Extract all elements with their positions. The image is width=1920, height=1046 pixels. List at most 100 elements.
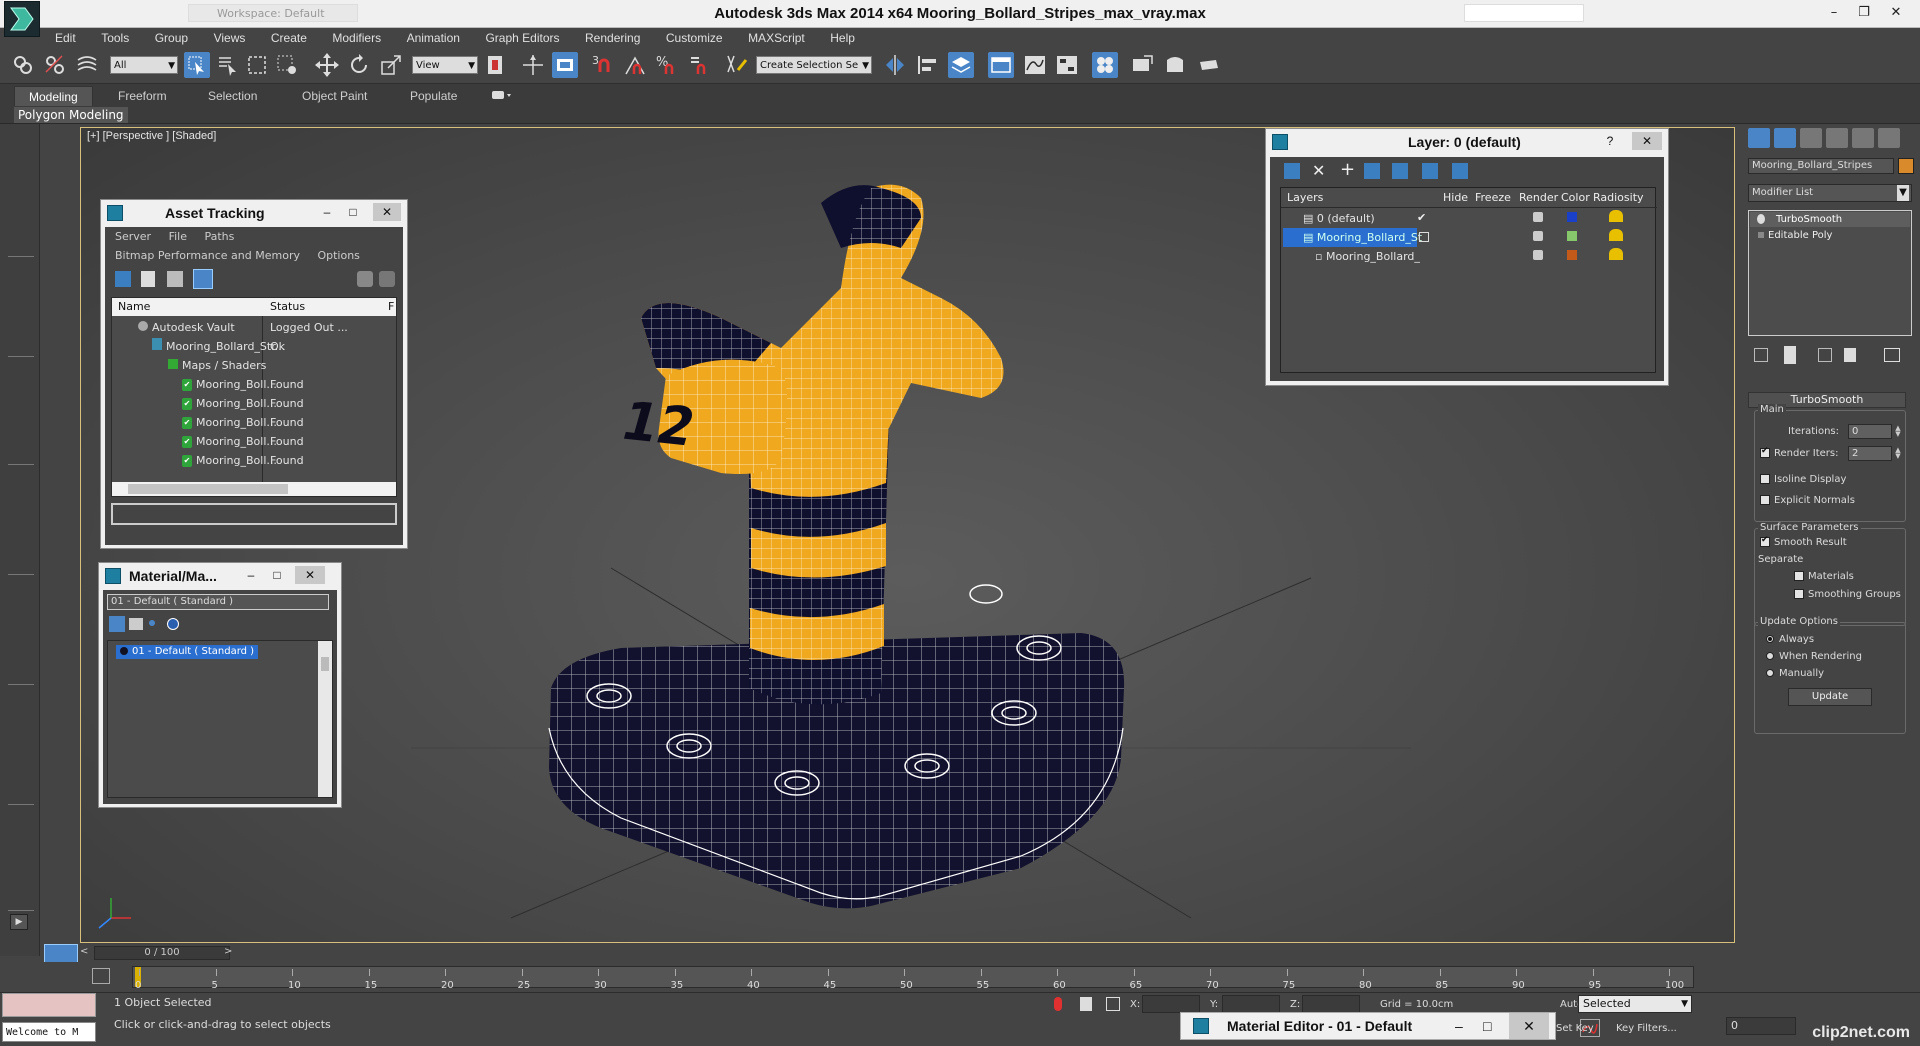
modifier-list-dropdown[interactable]: Modifier List ▼	[1748, 184, 1912, 202]
menu-tools[interactable]: Tools	[90, 28, 140, 48]
bind-spacewarp-icon[interactable]	[74, 52, 100, 78]
maxscript-mini-listener-pink[interactable]	[2, 993, 96, 1017]
selection-filter-dropdown[interactable]: All ▼	[110, 56, 178, 74]
sphere-icon[interactable]	[167, 618, 179, 630]
menu-bitmap-performance[interactable]: Bitmap Performance and Memory	[115, 249, 300, 262]
dot-icon[interactable]	[149, 620, 155, 626]
select-object-icon[interactable]	[184, 52, 210, 78]
reference-coord-dropdown[interactable]: View ▼	[412, 56, 478, 74]
percent-snap-icon[interactable]: %	[654, 52, 680, 78]
iterations-spinner[interactable]: 0 ▲ ▼	[1848, 424, 1901, 439]
material-editor-titlebar[interactable]: Material Editor - 01 - Default – □ ✕	[1180, 1012, 1556, 1040]
keyboard-shortcut-override-icon[interactable]	[552, 52, 578, 78]
infocenter-search[interactable]	[1464, 4, 1584, 22]
highlight-selected-icon[interactable]	[1392, 163, 1408, 179]
menu-create[interactable]: Create	[260, 28, 318, 48]
render-icon[interactable]	[1533, 212, 1543, 222]
delete-layer-icon[interactable]: ✕	[1312, 161, 1325, 180]
z-coord-field[interactable]	[1302, 995, 1360, 1013]
tab-modeling[interactable]: Modeling	[14, 86, 93, 106]
object-color-swatch[interactable]	[1898, 158, 1914, 174]
rendered-frame-window-icon[interactable]	[1162, 52, 1188, 78]
menu-maxscript[interactable]: MAXScript	[737, 28, 816, 48]
col-name[interactable]: Name	[118, 298, 150, 316]
rotate-icon[interactable]	[346, 52, 372, 78]
open-mini-curve-editor-icon[interactable]	[92, 968, 110, 984]
menu-edit[interactable]: Edit	[44, 28, 87, 48]
named-selection-set-dropdown[interactable]: Create Selection Se ▼	[756, 56, 872, 74]
create-tab-icon[interactable]	[1748, 128, 1770, 148]
horizontal-scrollbar[interactable]	[112, 482, 396, 496]
pivot-center-icon[interactable]	[482, 52, 508, 78]
app-menu-button[interactable]	[4, 1, 40, 37]
menu-views[interactable]: Views	[203, 28, 257, 48]
isoline-display-checkbox[interactable]: Isoline Display	[1760, 474, 1846, 485]
menu-customize[interactable]: Customize	[655, 28, 734, 48]
layer-row[interactable]: ▤ 0 (default)	[1303, 209, 1375, 228]
asset-row[interactable]: ✔ Mooring_Boll...	[182, 451, 277, 470]
key-mode-dropdown[interactable]: Selected ▼	[1578, 995, 1692, 1013]
menu-group[interactable]: Group	[144, 28, 199, 48]
graphite-ribbon-icon[interactable]	[988, 52, 1014, 78]
when-rendering-radio[interactable]: When Rendering	[1766, 651, 1862, 662]
modify-tab-icon[interactable]	[1774, 128, 1796, 148]
menu-graph-editors[interactable]: Graph Editors	[474, 28, 570, 48]
settings-icon[interactable]	[379, 271, 395, 287]
angle-snap-icon[interactable]	[622, 52, 648, 78]
tab-selection[interactable]: Selection	[208, 86, 257, 106]
col-color[interactable]: Color	[1561, 188, 1590, 208]
menu-rendering[interactable]: Rendering	[574, 28, 651, 48]
stack-item-editable-poly[interactable]: Editable Poly	[1750, 228, 1910, 243]
maximize-button[interactable]: □	[1483, 1013, 1491, 1039]
detail-view-icon[interactable]	[167, 271, 183, 287]
hierarchy-tab-icon[interactable]	[1800, 128, 1822, 148]
view-icons-icon[interactable]	[129, 618, 143, 630]
minimize-button[interactable]: –	[1455, 1013, 1463, 1039]
asset-row[interactable]: ✔ Mooring_Boll...	[182, 413, 277, 432]
display-tab-icon[interactable]	[1852, 128, 1874, 148]
materials-checkbox[interactable]: Materials	[1794, 571, 1854, 582]
show-end-result-icon[interactable]	[1784, 346, 1796, 364]
unlink-icon[interactable]	[42, 52, 68, 78]
maximize-button[interactable]: □	[343, 203, 363, 221]
col-render[interactable]: Render	[1519, 188, 1558, 208]
select-by-name-icon[interactable]	[214, 52, 240, 78]
radiosity-icon[interactable]	[1609, 248, 1623, 260]
asset-tracking-titlebar[interactable]: Asset Tracking – □ ✕	[101, 200, 407, 226]
col-freeze[interactable]: Freeze	[1475, 188, 1511, 208]
snaps-toggle-icon[interactable]: 3	[590, 52, 616, 78]
polygon-modeling-panel[interactable]: Polygon Modeling	[14, 107, 128, 123]
layer-color-swatch[interactable]	[1567, 231, 1577, 241]
layer-manager-icon[interactable]	[948, 52, 974, 78]
isolate-icon[interactable]	[1054, 997, 1062, 1011]
align-icon[interactable]	[914, 52, 940, 78]
select-manipulate-icon[interactable]	[520, 52, 546, 78]
asset-row[interactable]: Mooring_Bollard_Str...	[152, 337, 285, 356]
minimize-button[interactable]: –	[241, 566, 261, 584]
object-name-field[interactable]: Mooring_Bollard_Stripes	[1748, 158, 1894, 174]
curve-editor-icon[interactable]	[1022, 52, 1048, 78]
col-layers[interactable]: Layers	[1287, 188, 1323, 208]
material-browser-titlebar[interactable]: Material/Ma... – □ ✕	[99, 563, 341, 589]
close-button[interactable]: ✕	[1632, 132, 1662, 150]
scale-icon[interactable]	[378, 52, 404, 78]
col-extra[interactable]: F	[388, 298, 394, 316]
help-button[interactable]: ?	[1600, 132, 1620, 150]
menu-file[interactable]: File	[169, 230, 187, 243]
render-iters-spinner[interactable]: 2 ▲ ▼	[1848, 446, 1901, 461]
close-button[interactable]: ✕	[295, 566, 325, 584]
expand-layout-button[interactable]: ▶	[10, 914, 28, 930]
menu-help[interactable]: Help	[819, 28, 866, 48]
col-radiosity[interactable]: Radiosity	[1593, 188, 1644, 208]
tab-freeform[interactable]: Freeform	[118, 86, 167, 106]
render-setup-icon[interactable]	[1130, 52, 1156, 78]
col-hide[interactable]: Hide	[1443, 188, 1468, 208]
radiosity-icon[interactable]	[1609, 229, 1623, 241]
material-name-field[interactable]: 01 - Default ( Standard )	[107, 594, 329, 610]
smoothing-groups-checkbox[interactable]: Smoothing Groups	[1794, 589, 1901, 600]
render-production-icon[interactable]	[1196, 52, 1222, 78]
lightbulb-icon[interactable]	[1757, 214, 1765, 224]
minimize-button[interactable]: –	[1822, 3, 1846, 23]
window-crossing-icon[interactable]	[274, 52, 300, 78]
menu-options[interactable]: Options	[317, 249, 359, 262]
